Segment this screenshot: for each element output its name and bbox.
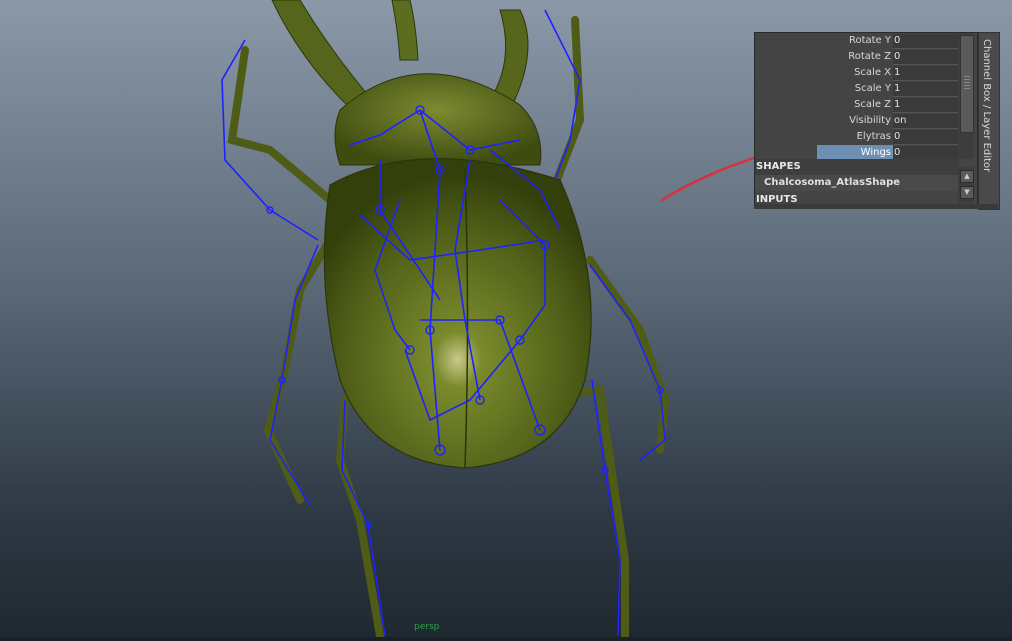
- channel-label: Rotate Y: [848, 35, 891, 46]
- channel-row-elytras[interactable]: Elytras 0: [755, 129, 958, 145]
- channel-scrollbar[interactable]: [958, 33, 974, 159]
- grip-icon: [964, 76, 970, 90]
- shape-node-item[interactable]: Chalcosoma_AtlasShape: [755, 175, 966, 191]
- shapes-section-header[interactable]: SHAPES: [755, 159, 958, 175]
- channel-row-scale-y[interactable]: Scale Y 1: [755, 81, 958, 97]
- channel-value-field[interactable]: 1: [893, 66, 958, 81]
- channel-value-field[interactable]: 0: [893, 34, 958, 49]
- channel-value-field[interactable]: 1: [893, 98, 958, 113]
- channel-row-scale-z[interactable]: Scale Z 1: [755, 97, 958, 113]
- camera-name-label: persp: [414, 622, 440, 632]
- channel-value-field[interactable]: 1: [893, 82, 958, 97]
- scroll-down-icon[interactable]: ▼: [960, 186, 974, 199]
- channel-label: Scale Z: [854, 99, 891, 110]
- panel-divider[interactable]: [754, 204, 998, 209]
- channel-row-rotate-z[interactable]: Rotate Z 0: [755, 49, 958, 65]
- channel-row-visibility[interactable]: Visibility on: [755, 113, 958, 129]
- channel-row-rotate-y[interactable]: Rotate Y 0: [755, 33, 958, 49]
- channel-box-panel[interactable]: Rotate Y 0 Rotate Z 0 Scale X 1 Scale Y …: [754, 32, 978, 206]
- shapes-scrollbar[interactable]: ▲ ▼: [958, 167, 974, 203]
- channel-label: Visibility: [849, 115, 891, 126]
- channel-label: Scale Y: [854, 83, 891, 94]
- viewport-bottom-edge: [0, 637, 1012, 641]
- scrollbar-thumb[interactable]: [960, 35, 974, 133]
- channel-value-field[interactable]: on: [893, 114, 958, 129]
- channel-value-field[interactable]: 0: [893, 130, 958, 145]
- channel-label: Elytras: [856, 131, 891, 142]
- side-tab-label: Channel Box / Layer Editor: [981, 39, 992, 173]
- channel-value-field[interactable]: 0: [893, 50, 958, 65]
- channel-row-scale-x[interactable]: Scale X 1: [755, 65, 958, 81]
- channel-box-layer-editor-tab[interactable]: Channel Box / Layer Editor: [978, 32, 1000, 210]
- channel-label: Rotate Z: [848, 51, 891, 62]
- channel-label: Scale X: [854, 67, 891, 78]
- scroll-up-icon[interactable]: ▲: [960, 170, 974, 183]
